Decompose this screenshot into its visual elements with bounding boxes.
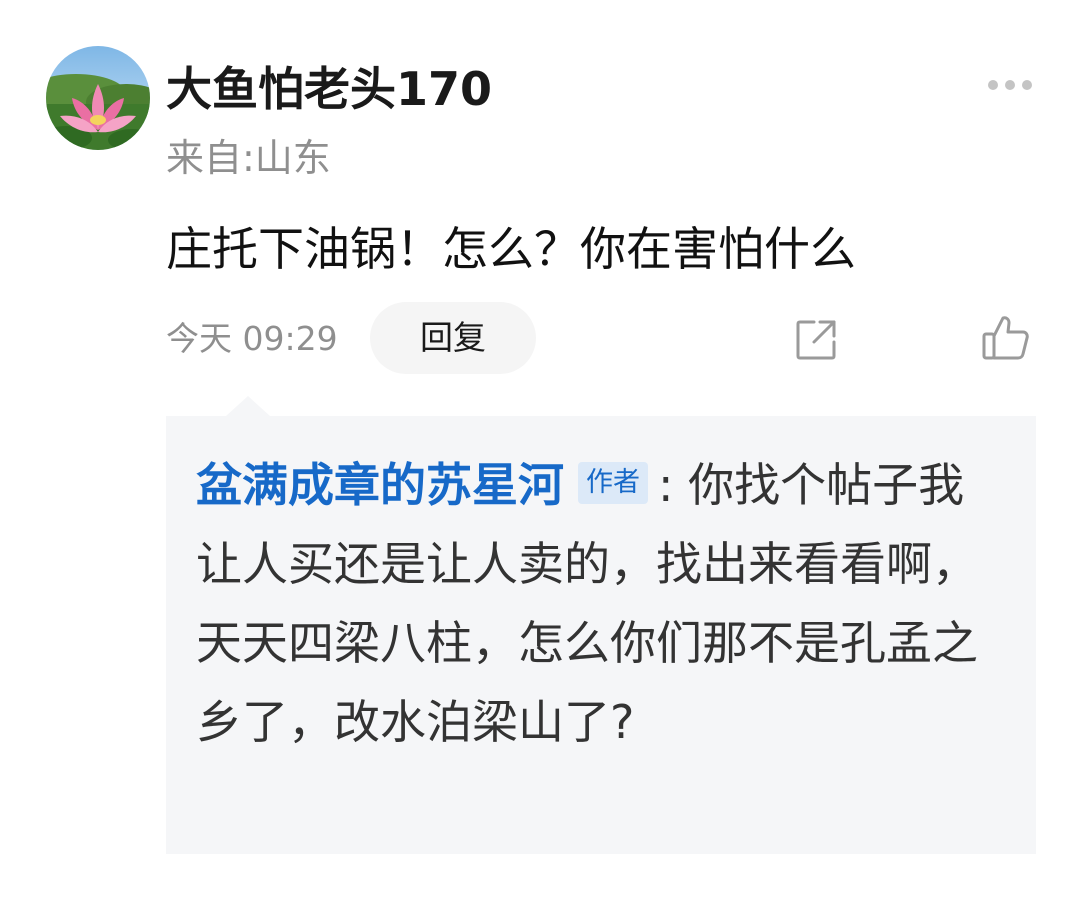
thumbs-up-icon[interactable]	[978, 310, 1034, 366]
share-icon[interactable]	[790, 314, 842, 366]
lotus-avatar-icon	[46, 46, 150, 150]
timestamp: 今天 09:29	[166, 319, 338, 358]
location-label: 来自:山东	[166, 136, 331, 180]
more-dots-icon[interactable]	[984, 66, 1036, 106]
reply-button[interactable]: 回复	[370, 302, 536, 374]
reply-pointer	[226, 396, 270, 416]
comment-text: 庄托下油锅！怎么？你在害怕什么	[166, 222, 856, 276]
avatar[interactable]	[46, 46, 150, 150]
dot	[988, 80, 998, 90]
quoted-reply: 盆满成章的苏星河 作者: 你找个帖子我让人买还是让人卖的，找出来看看啊，天天四梁八…	[196, 446, 986, 762]
username[interactable]: 大鱼怕老头170	[166, 54, 492, 124]
author-badge: 作者	[578, 461, 648, 504]
reply-author-link[interactable]: 盆满成章的苏星河	[196, 458, 564, 512]
dot	[1005, 80, 1015, 90]
dot	[1022, 80, 1032, 90]
comment-item: 大鱼怕老头170 来自:山东 庄托下油锅！怎么？你在害怕什么 今天 09:29 …	[0, 0, 1080, 897]
